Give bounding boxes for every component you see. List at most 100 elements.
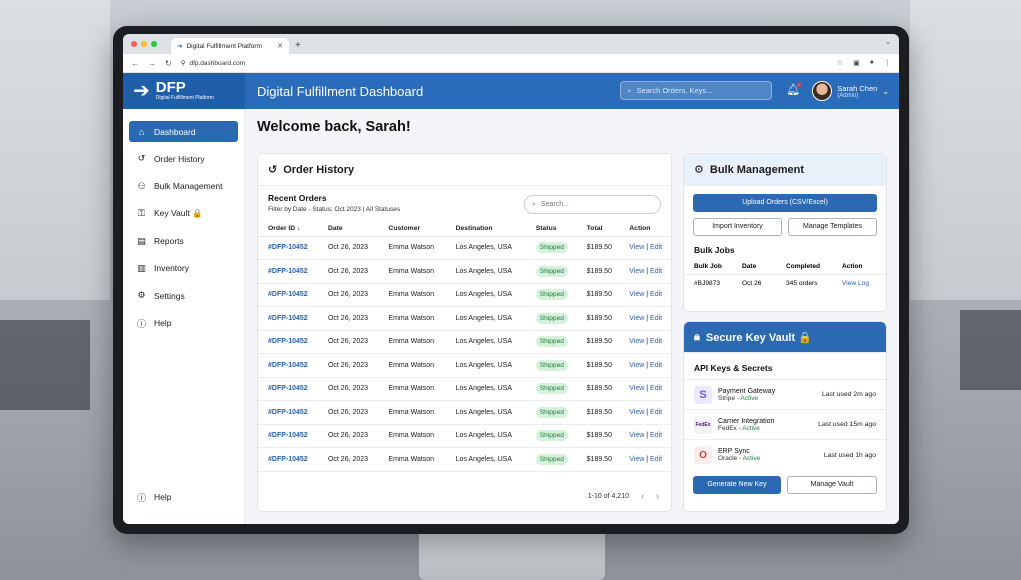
sidebar-item-settings[interactable]: ⚙ Settings <box>129 285 238 306</box>
history-icon: ↺ <box>268 164 278 176</box>
sidebar-item-reports[interactable]: ▤ Reports <box>129 231 238 252</box>
edit-link[interactable]: Edit <box>650 456 662 463</box>
manage-vault-button[interactable]: Manage Vault <box>787 476 877 494</box>
view-log-link[interactable]: View Log <box>842 280 869 287</box>
edit-link[interactable]: Edit <box>650 385 662 392</box>
order-status-cell: Shipped <box>525 236 577 260</box>
order-id-link[interactable]: #DFP-10452 <box>258 306 318 331</box>
reload-icon[interactable]: ↻ <box>165 59 172 68</box>
new-tab-button[interactable]: + <box>295 38 301 54</box>
col-order-id[interactable]: Order ID ↓ <box>258 221 318 237</box>
order-id-link[interactable]: #DFP-10452 <box>258 377 318 401</box>
order-status-cell: Shipped <box>525 306 577 331</box>
view-link[interactable]: View <box>629 268 644 275</box>
user-menu[interactable]: Sarah Chen (Admin) ⌄ <box>812 73 899 109</box>
upload-orders-button[interactable]: Upload Orders (CSV/Excel) <box>693 194 877 212</box>
back-icon[interactable]: ← <box>131 59 139 68</box>
site-info-icon[interactable]: ⚲ <box>181 59 186 67</box>
view-link[interactable]: View <box>629 432 644 439</box>
edit-link[interactable]: Edit <box>650 362 662 369</box>
table-row[interactable]: #DFP-10452 Oct 26, 2023 Emma Watson Los Ang… <box>258 447 671 472</box>
table-row[interactable]: #DFP-10452 Oct 26, 2023 Emma Watson Los Ang… <box>258 283 671 307</box>
order-actions: View | Edit <box>619 447 671 472</box>
order-id-link[interactable]: #DFP-10452 <box>258 330 318 354</box>
api-key-row[interactable]: O ERP Sync Oracle - Active Last used 1h … <box>684 440 886 470</box>
table-row[interactable]: #DFP-10452 Oct 26, 2023 Emma Watson Los Ang… <box>258 377 671 401</box>
bookmark-star-icon[interactable]: ☆ <box>837 59 843 67</box>
order-actions: View | Edit <box>619 236 671 260</box>
table-row[interactable]: #DFP-10452 Oct 26, 2023 Emma Watson Los Ang… <box>258 330 671 354</box>
close-tab-icon[interactable]: ✕ <box>277 42 283 50</box>
browser-menu-icon[interactable]: ⋮ <box>884 59 891 67</box>
order-actions: View | Edit <box>619 377 671 401</box>
sidepanel-icon[interactable]: ▣ <box>853 59 860 67</box>
table-row[interactable]: #DFP-10452 Oct 26, 2023 Emma Watson Los Ang… <box>258 306 671 331</box>
sidebar-item-key-vault[interactable]: ⚿ Key Vault 🔒 <box>129 203 238 224</box>
edit-link[interactable]: Edit <box>650 291 662 298</box>
manage-templates-button[interactable]: Manage Templates <box>788 218 877 236</box>
table-row[interactable]: #DFP-10452 Oct 26, 2023 Emma Watson Los Ang… <box>258 400 671 425</box>
view-link[interactable]: View <box>629 244 644 251</box>
view-link[interactable]: View <box>629 315 644 322</box>
order-id-link[interactable]: #DFP-10452 <box>258 400 318 425</box>
table-row[interactable]: #DFP-10452 Oct 26, 2023 Emma Watson Los Ang… <box>258 236 671 260</box>
brand-logo[interactable]: ➔ DFP Digital Fulfillment Platform <box>123 73 245 109</box>
api-key-row[interactable]: S Payment Gateway Stripe - Active Last u… <box>684 380 886 410</box>
main-content: Welcome back, Sarah! ↺ Order History Rec… <box>245 109 899 524</box>
view-link[interactable]: View <box>629 291 644 298</box>
edit-link[interactable]: Edit <box>650 268 662 275</box>
sidebar-item-dashboard[interactable]: ⌂ Dashboard <box>129 121 238 142</box>
edit-link[interactable]: Edit <box>650 244 662 251</box>
order-id-link[interactable]: #DFP-10452 <box>258 353 318 378</box>
edit-link[interactable]: Edit <box>650 432 662 439</box>
order-customer: Emma Watson <box>378 306 446 331</box>
order-customer: Emma Watson <box>378 424 446 448</box>
order-search-input[interactable]: ⌕ Search... <box>524 195 661 214</box>
profile-icon[interactable]: ● <box>870 59 874 67</box>
edit-link[interactable]: Edit <box>650 315 662 322</box>
url-field[interactable]: ⚲ dfp.dashboard.com <box>181 59 245 68</box>
order-id-link[interactable]: #DFP-10452 <box>258 283 318 307</box>
table-row[interactable]: #DFP-10452 Oct 26, 2023 Emma Watson Los Ang… <box>258 353 671 378</box>
order-status-cell: Shipped <box>525 377 577 401</box>
view-link[interactable]: View <box>629 385 644 392</box>
edit-link[interactable]: Edit <box>650 338 662 345</box>
order-destination: Los Angeles, USA <box>445 353 526 378</box>
order-customer: Emma Watson <box>378 400 446 425</box>
tab-list-chevron-icon[interactable]: ⌄ <box>885 38 891 46</box>
order-id-link[interactable]: #DFP-10452 <box>258 447 318 472</box>
close-window-button[interactable] <box>131 41 137 47</box>
generate-key-button[interactable]: Generate New Key <box>693 476 781 494</box>
global-search-input[interactable]: ⌕ Search Orders, Keys... <box>620 81 773 100</box>
sidebar-item-help[interactable]: ⓘ Help <box>129 313 238 334</box>
table-row[interactable]: #DFP-10452 Oct 26, 2023 Emma Watson Los Ang… <box>258 424 671 448</box>
order-filter[interactable]: Filter by Date - Status: Oct 2023 | All … <box>268 206 400 213</box>
minimize-window-button[interactable] <box>141 41 147 47</box>
import-inventory-button[interactable]: Import Inventory <box>693 218 782 236</box>
sidebar-item-bulk-management[interactable]: ⚇ Bulk Management <box>129 176 238 197</box>
browser-tab[interactable]: ➜ Digital Fulfillment Platform ✕ <box>171 38 289 54</box>
order-id-link[interactable]: #DFP-10452 <box>258 259 318 284</box>
maximize-window-button[interactable] <box>151 41 157 47</box>
sidebar-help-bottom[interactable]: ⓘ Help <box>129 487 239 508</box>
next-page-icon[interactable]: › <box>656 491 659 501</box>
forward-icon[interactable]: → <box>148 59 156 68</box>
view-link[interactable]: View <box>629 362 644 369</box>
table-row[interactable]: #DFP-10452 Oct 26, 2023 Emma Watson Los Ang… <box>258 259 671 284</box>
sidebar-item-inventory[interactable]: ▥ Inventory <box>129 258 238 279</box>
order-destination: Los Angeles, USA <box>445 306 526 331</box>
order-id-link[interactable]: #DFP-10452 <box>258 236 318 260</box>
view-link[interactable]: View <box>629 338 644 345</box>
api-key-row[interactable]: FedEx Carrier Integration FedEx - Active… <box>684 410 886 440</box>
view-link[interactable]: View <box>629 456 644 463</box>
prev-page-icon[interactable]: ‹ <box>641 491 644 501</box>
view-link[interactable]: View <box>629 409 644 416</box>
order-total: $189.50 <box>576 306 620 331</box>
edit-link[interactable]: Edit <box>650 409 662 416</box>
sidebar: ⌂ Dashboard ↺ Order History ⚇ Bulk Manageme… <box>123 109 245 524</box>
order-id-link[interactable]: #DFP-10452 <box>258 424 318 448</box>
sidebar-item-order-history[interactable]: ↺ Order History <box>129 148 238 169</box>
order-actions: View | Edit <box>619 424 671 448</box>
notifications-bell-icon[interactable]: 🔔︎ <box>786 83 802 109</box>
gear-icon: ⚙ <box>137 290 146 301</box>
